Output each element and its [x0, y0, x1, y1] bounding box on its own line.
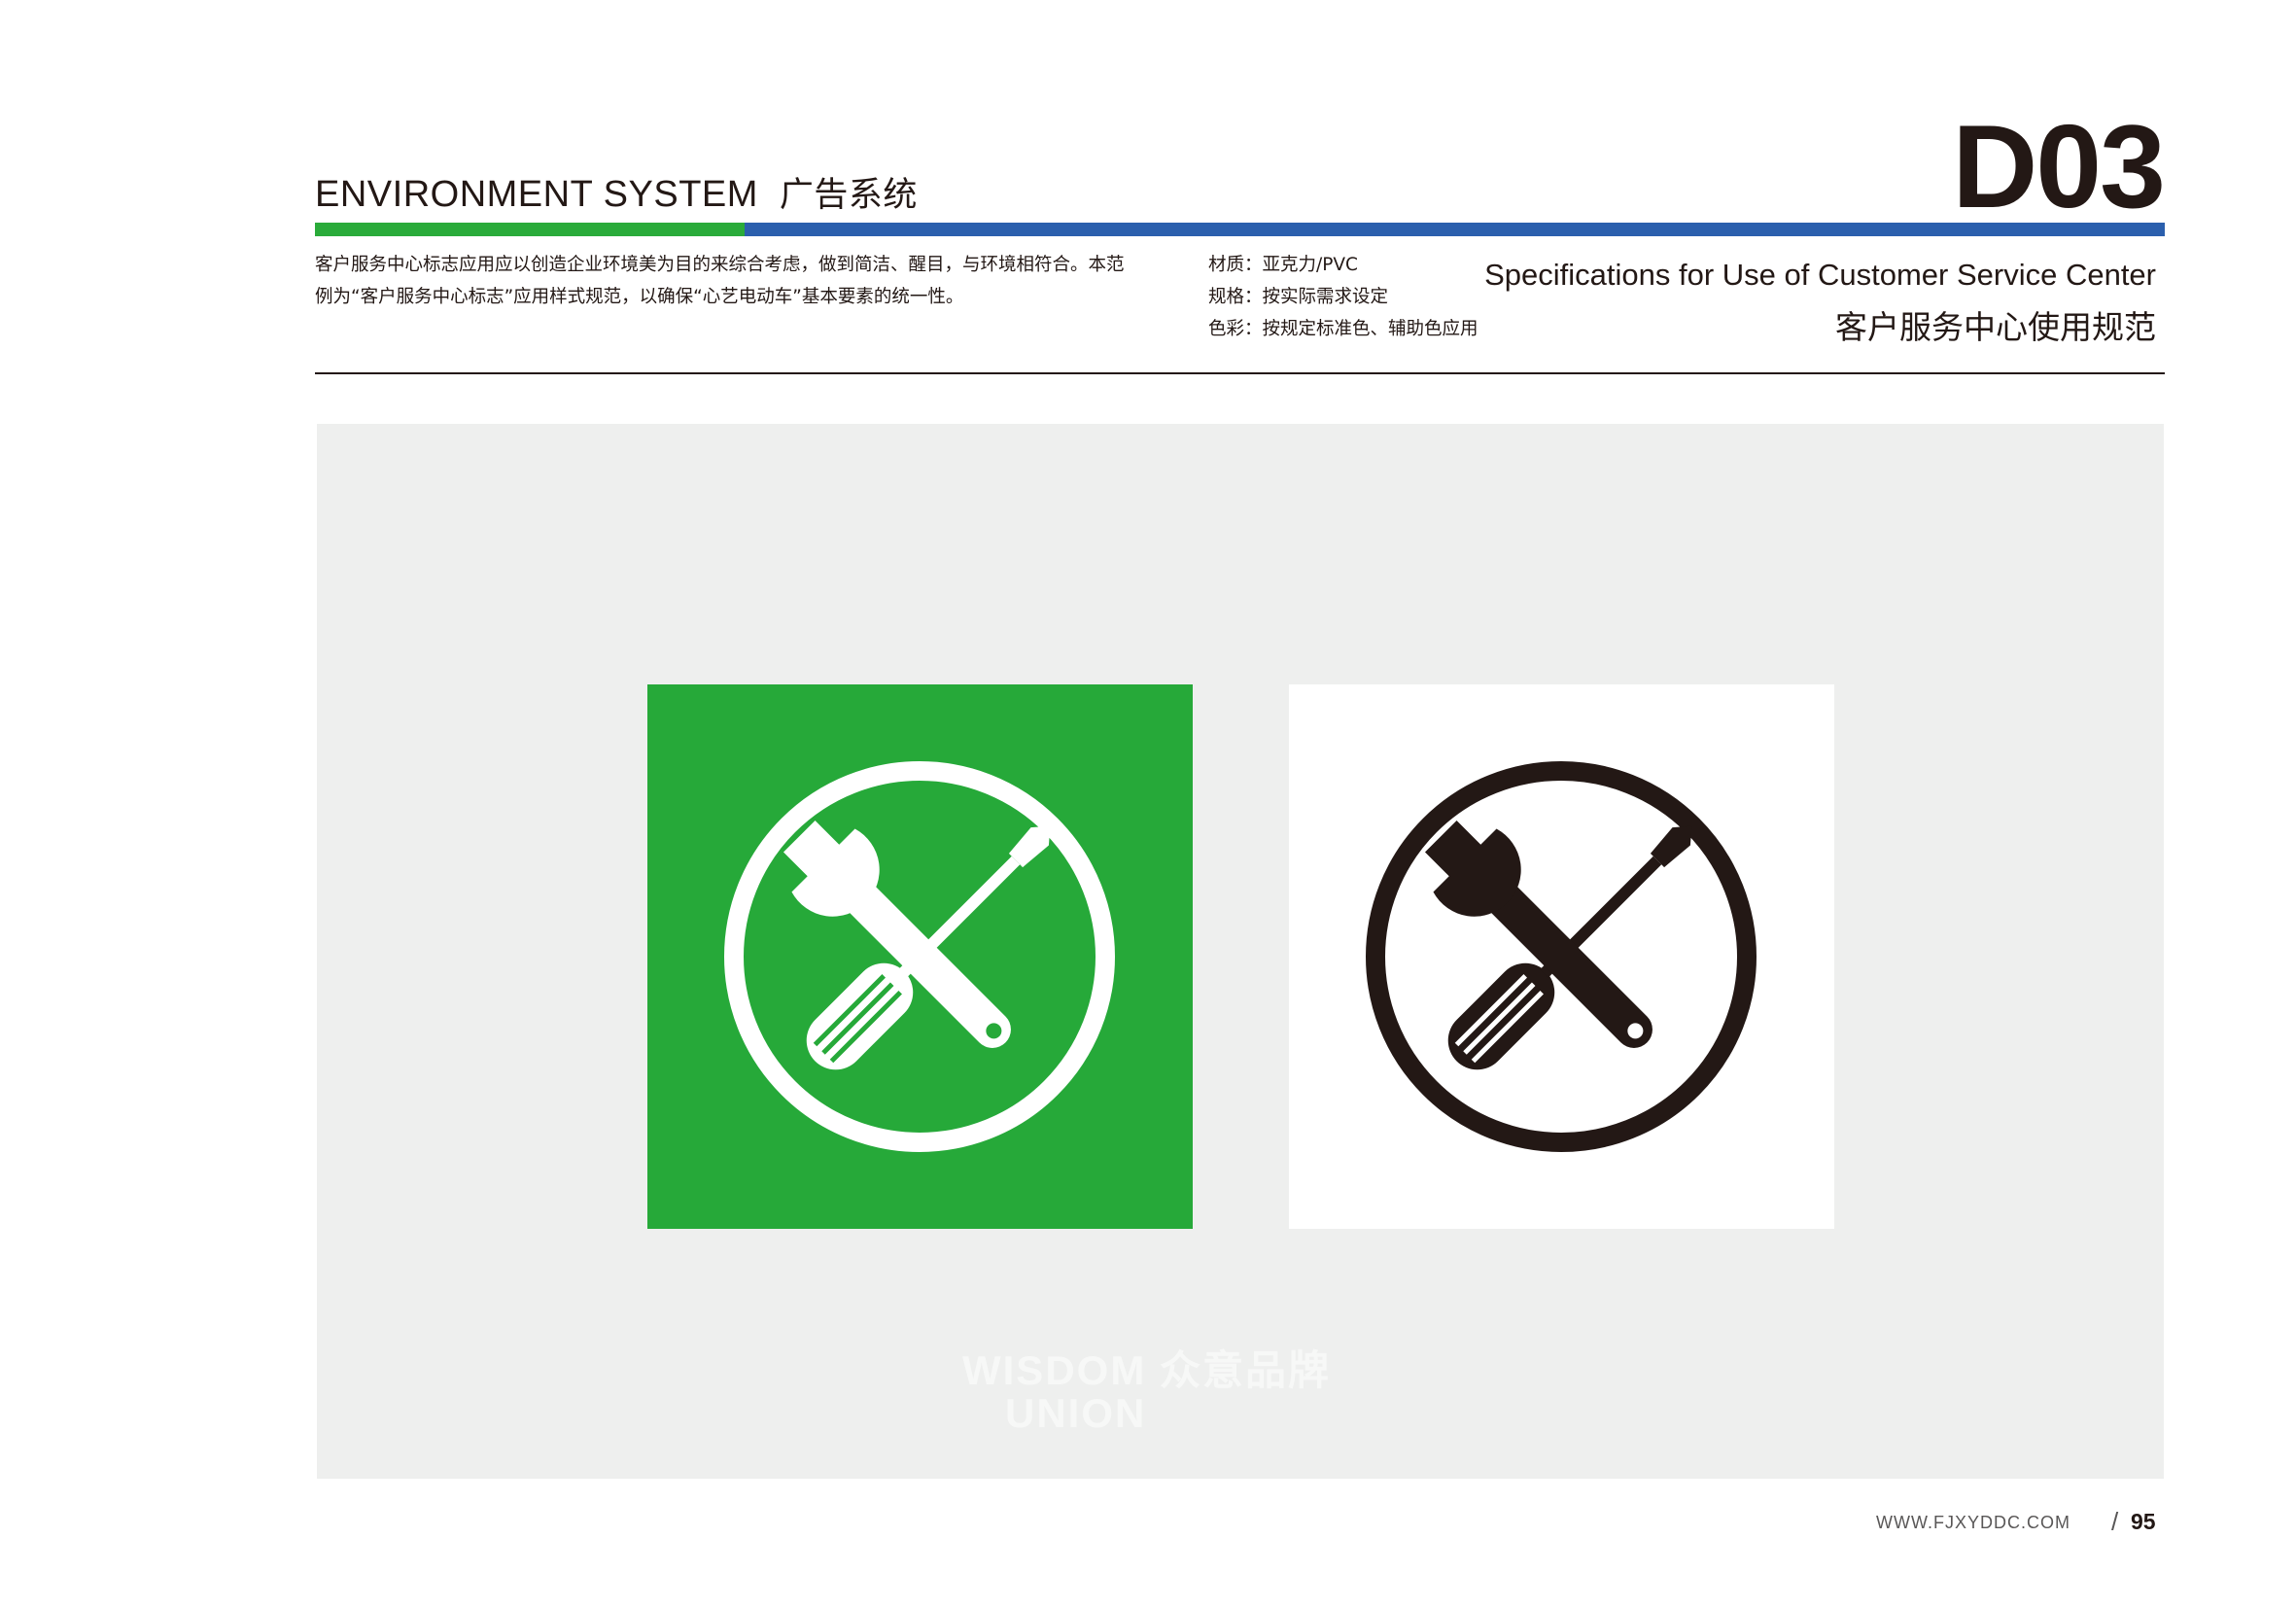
watermark-line: WISDOM 众意品牌	[962, 1347, 1331, 1393]
description-line: 客户服务中心标志应用应以创造企业环境美为目的来综合考虑，做到简洁、醒目，与环境相…	[315, 255, 1125, 275]
page-code: D03	[1952, 100, 2166, 232]
sign-green-version	[647, 684, 1193, 1229]
header-title-cn: 广告系统	[779, 176, 918, 215]
page: ENVIRONMENT SYSTEM 广告系统 D03 客户服务中心标志应用应以创…	[0, 0, 2296, 1608]
divider	[315, 372, 2165, 374]
spec-material: 材质：亚克力/PVC	[1208, 255, 1358, 275]
page-number: 95	[2131, 1509, 2156, 1534]
watermark-line: UNION	[1005, 1390, 1147, 1436]
header-bar-blue	[745, 223, 2165, 236]
section-header: ENVIRONMENT SYSTEM 广告系统	[315, 167, 918, 217]
spec-color: 色彩：按规定标准色、辅助色应用	[1208, 319, 1478, 339]
sign-black-version	[1289, 684, 1834, 1229]
section-title-cn: 客户服务中心使用规范	[1835, 308, 2156, 346]
description-line: 例为“客户服务中心标志”应用样式规范，以确保“心艺电动车”基本要素的统一性。	[315, 287, 964, 307]
watermark: WISDOM 众意品牌 UNION	[962, 1349, 1331, 1435]
section-title-en: Specifications for Use of Customer Servi…	[1484, 258, 2156, 292]
header-bar-green	[315, 223, 745, 236]
description: 客户服务中心标志应用应以创造企业环境美为目的来综合考虑，做到简洁、醒目，与环境相…	[315, 249, 1170, 313]
footer-url: WWW.FJXYDDC.COM	[1876, 1513, 2070, 1532]
wrench-screwdriver-icon	[1366, 761, 1757, 1152]
spec-size: 规格：按实际需求设定	[1208, 287, 1389, 307]
footer-slash: /	[2111, 1507, 2119, 1536]
wrench-screwdriver-icon	[724, 761, 1115, 1152]
header-title-en: ENVIRONMENT SYSTEM	[315, 174, 758, 215]
display-panel	[317, 424, 2164, 1479]
spec-list: 材质：亚克力/PVC 规格：按实际需求设定 色彩：按规定标准色、辅助色应用	[1208, 249, 1478, 345]
